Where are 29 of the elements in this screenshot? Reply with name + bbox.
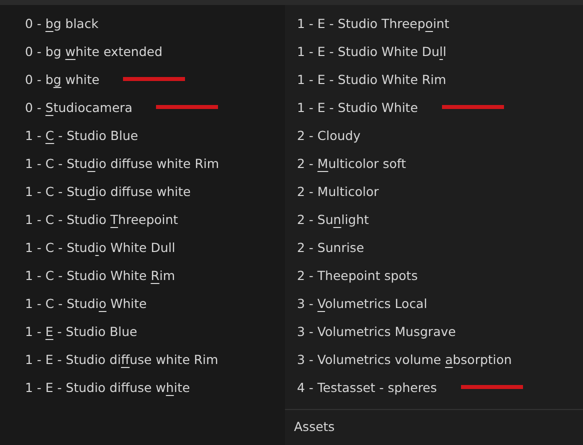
menu-item[interactable]: 2 - Cloudy <box>297 128 361 142</box>
menu-item[interactable]: 0 - bg white <box>25 72 100 86</box>
menu-item[interactable]: 1 - E - Studio diffuse white <box>25 380 190 394</box>
menu-item[interactable]: 1 - E - Studio diffuse white Rim <box>25 352 218 366</box>
menu-item[interactable]: 4 - Testasset - spheres <box>297 380 437 394</box>
menu-item[interactable]: 3 - Volumetrics Local <box>297 296 428 310</box>
menu-item[interactable]: 1 - E - Studio Threepoint <box>297 16 450 30</box>
menu-item[interactable]: 1 - C - Studio Blue <box>25 128 138 142</box>
menu-item[interactable]: 3 - Volumetrics Musgrave <box>297 324 456 338</box>
menu-item[interactable]: 0 - bg black <box>25 16 98 30</box>
menu-item[interactable]: 0 - Studiocamera <box>25 100 132 114</box>
menu-item[interactable]: 1 - E - Studio Blue <box>25 324 138 338</box>
menu-item[interactable]: 1 - C - Studio White <box>25 296 147 310</box>
menu-item[interactable]: 1 - E - Studio White <box>297 100 418 114</box>
menu-item[interactable]: 1 - C - Studio diffuse white <box>25 184 191 198</box>
menu-item[interactable]: 2 - Multicolor <box>297 184 379 198</box>
menu-footer: Assets <box>285 410 583 434</box>
menu-item[interactable]: 1 - C - Studio Threepoint <box>25 212 178 226</box>
menu-item[interactable]: 3 - Volumetrics volume absorption <box>297 352 512 366</box>
menu-item[interactable]: 2 - Theepoint spots <box>297 268 418 282</box>
menu-item[interactable]: 1 - C - Studio White Dull <box>25 240 176 254</box>
menu-item[interactable]: 2 - Sunlight <box>297 212 369 226</box>
menu-item[interactable]: 0 - bg white extended <box>25 44 162 58</box>
menu-item[interactable]: 2 - Sunrise <box>297 240 364 254</box>
menu-item[interactable]: 1 - C - Studio diffuse white Rim <box>25 156 220 170</box>
menu-item[interactable]: 1 - C - Studio White Rim <box>25 268 176 282</box>
menu-item[interactable]: 1 - E - Studio White Dull <box>297 44 446 58</box>
menu-item[interactable]: 1 - E - Studio White Rim <box>297 72 446 86</box>
menu-item[interactable]: 2 - Multicolor soft <box>297 156 406 170</box>
